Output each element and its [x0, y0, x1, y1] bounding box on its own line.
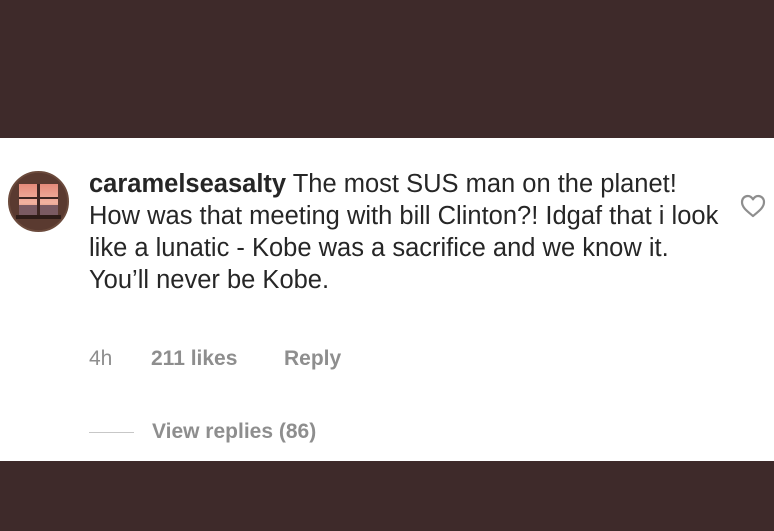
comment-meta: 4h 211 likes Reply: [89, 345, 341, 373]
heart-outline-icon: [740, 194, 766, 218]
comment-username[interactable]: caramelseasalty: [89, 170, 286, 198]
comment-panel: caramelseasalty The most SUS man on the …: [0, 138, 774, 461]
view-replies-row: View replies (86): [89, 419, 316, 445]
comment-body: caramelseasalty The most SUS man on the …: [89, 168, 719, 296]
likes-count[interactable]: 211 likes: [151, 347, 284, 371]
top-frame: [0, 0, 774, 138]
like-button[interactable]: [740, 194, 766, 218]
view-replies-button[interactable]: View replies (86): [152, 420, 316, 444]
bottom-frame: [0, 461, 774, 531]
avatar[interactable]: [8, 171, 69, 232]
comment-timestamp: 4h: [89, 347, 113, 370]
reply-button[interactable]: Reply: [284, 347, 341, 371]
avatar-image: [10, 173, 67, 230]
replies-divider: [89, 431, 134, 433]
